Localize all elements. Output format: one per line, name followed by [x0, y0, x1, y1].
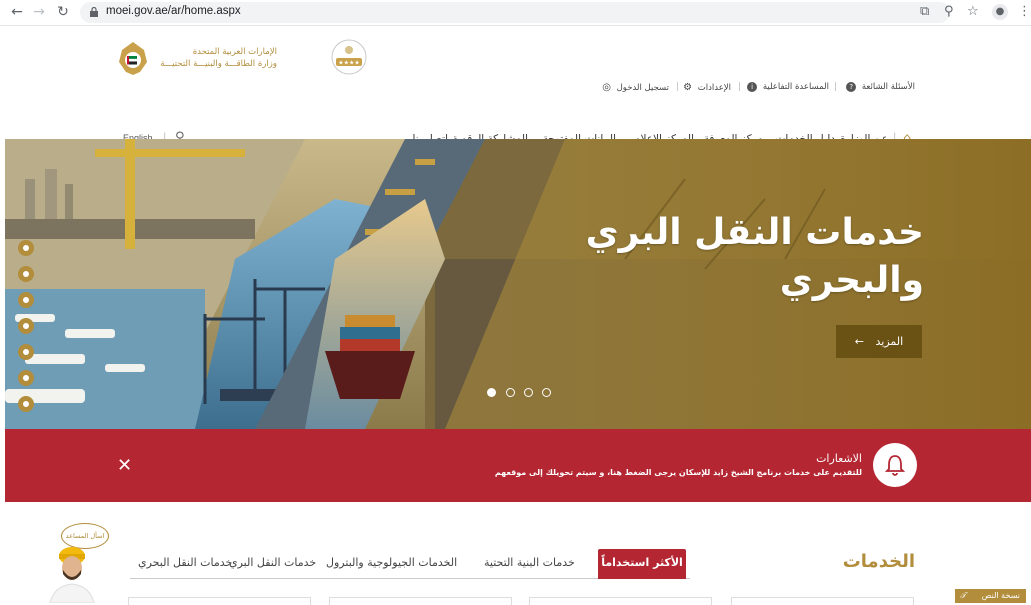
hero-title: خدمات النقل البري والبحري — [586, 209, 924, 305]
service-card[interactable] — [329, 597, 512, 605]
profile-icon[interactable]: ● — [992, 4, 1008, 20]
separator: | — [738, 82, 742, 92]
zoom-icon[interactable]: ⚲ — [944, 4, 954, 19]
more-button[interactable]: المزيد ← — [836, 325, 922, 358]
services-tabs: الأكثر استخداماً خدمات البنية التحتية ال… — [130, 549, 690, 579]
services-heading: الخدمات — [842, 551, 915, 572]
address-bar[interactable]: moei.gov.ae/ar/home.aspx — [80, 2, 950, 23]
arrow-left-icon: ← — [854, 335, 865, 348]
tab-most-used[interactable]: الأكثر استخداماً — [598, 549, 686, 579]
star-icon[interactable] — [18, 266, 34, 282]
site-header: الإمارات العربية المتحدة وزارة الطاقـــة… — [0, 26, 1031, 146]
close-icon[interactable]: ✕ — [117, 455, 132, 476]
more-button-label: المزيد — [875, 335, 904, 348]
notifications-title: الاشعارات — [816, 452, 862, 465]
info-icon: i — [747, 82, 758, 92]
translate-icon[interactable]: ⧉ — [920, 4, 929, 19]
faq-link[interactable]: الأسئلة الشائعة ? — [846, 82, 915, 92]
question-icon: ? — [846, 82, 857, 92]
bell-icon — [873, 443, 917, 487]
tab-geology-petroleum[interactable]: الخدمات الجيولوجية والبترول — [326, 556, 457, 569]
hero-banner: خدمات النقل البري والبحري المزيد ← — [5, 139, 1031, 429]
user-icon: ◎ — [602, 82, 611, 93]
hero-title-line1: خدمات النقل البري — [585, 212, 924, 253]
svg-text:★★★★: ★★★★ — [338, 60, 360, 67]
url-text: moei.gov.ae/ar/home.aspx — [106, 5, 241, 17]
tab-infrastructure[interactable]: خدمات البنية التحتية — [484, 556, 575, 569]
bookmark-star-icon[interactable]: ☆ — [967, 4, 979, 19]
service-card[interactable] — [128, 597, 311, 605]
login-link[interactable]: تسجيل الدخول ◎ — [602, 82, 669, 93]
service-card[interactable] — [731, 597, 914, 605]
forward-icon[interactable]: → — [30, 3, 48, 21]
tab-marine-transport[interactable]: خدمات النقل البحري — [138, 556, 232, 569]
carousel-dot-4[interactable] — [542, 388, 551, 397]
org-name-line2: وزارة الطاقـــة والبنيـــة التحتيـــة — [160, 59, 277, 69]
lock-icon — [90, 7, 98, 17]
back-icon[interactable]: ← — [8, 3, 26, 21]
org-name-line1: الإمارات العربية المتحدة — [192, 47, 277, 57]
reload-icon[interactable]: ↻ — [54, 3, 72, 21]
interactive-help-link[interactable]: المساعدة التفاعلية i — [747, 82, 829, 92]
assistant-bubble-text: اسأل المساعد — [65, 532, 105, 540]
carousel-dot-1[interactable] — [487, 388, 496, 397]
text-version-label: نسخة النص — [981, 591, 1020, 600]
tab-land-transport[interactable]: خدمات النقل البري — [229, 556, 316, 569]
floating-sidebar — [11, 240, 41, 438]
rss-icon[interactable] — [18, 370, 34, 386]
notifications-message[interactable]: للتقديم على خدمات برنامج الشيخ زايد للإس… — [495, 468, 862, 477]
separator: | — [676, 82, 680, 92]
cart-icon[interactable] — [18, 344, 34, 360]
uae-emblem-logo[interactable] — [116, 40, 150, 76]
clock-icon[interactable] — [18, 318, 34, 334]
carousel-dot-2[interactable] — [506, 388, 515, 397]
smile-icon[interactable] — [18, 292, 34, 308]
accessibility-icon[interactable] — [18, 240, 34, 256]
chat-icon[interactable] — [18, 396, 34, 412]
gear-icon: ⚙ — [683, 82, 693, 93]
settings-link[interactable]: الإعدادات ⚙ — [683, 82, 731, 93]
hero-title-line2: والبحري — [779, 260, 924, 301]
service-card[interactable] — [529, 597, 712, 605]
text-icon: 𝒯 — [960, 591, 967, 600]
menu-kebab-icon[interactable]: ⋮ — [1018, 4, 1031, 19]
browser-toolbar: ← → ↻ moei.gov.ae/ar/home.aspx ⧉ ⚲ ☆ ● ⋮ — [0, 0, 1031, 26]
separator: | — [834, 82, 838, 92]
tab-most-used-label: الأكثر استخداماً — [601, 556, 683, 569]
text-version-badge[interactable]: نسخة النص 𝒯 — [955, 589, 1026, 603]
rating-badge-logo: ★★★★ — [331, 39, 367, 75]
assistant-avatar[interactable] — [44, 542, 100, 603]
carousel-dot-3[interactable] — [524, 388, 533, 397]
notifications-bar: ✕ الاشعارات للتقديم على خدمات برنامج الش… — [5, 429, 1031, 502]
